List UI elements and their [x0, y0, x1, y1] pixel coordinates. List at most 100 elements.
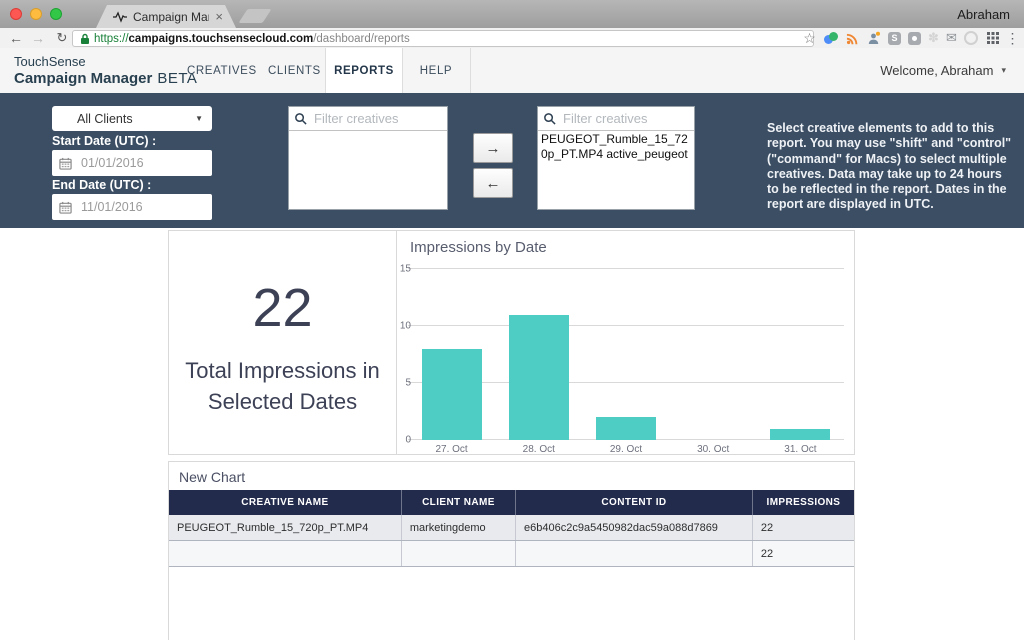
- chart-gridline: [408, 325, 844, 326]
- remove-creative-button[interactable]: ←: [473, 168, 513, 198]
- start-date-field[interactable]: 01/01/2016: [52, 150, 212, 176]
- report-table-header-row: CREATIVE NAMECLIENT NAMECONTENT IDIMPRES…: [169, 490, 854, 515]
- chart-ytick-label: 0: [405, 435, 411, 446]
- app-header: TouchSense Campaign ManagerBETA CREATIVE…: [0, 48, 1024, 93]
- chart-title: Impressions by Date: [410, 239, 547, 256]
- waveform-favicon-icon: [113, 11, 127, 23]
- table-header-cell: CREATIVE NAME: [169, 490, 401, 515]
- available-creatives-box: [288, 106, 448, 210]
- report-filter-bar: All Clients ▼ Start Date (UTC) : 01/01/2…: [0, 93, 1024, 228]
- selected-creatives-box: PEUGEOT_Rumble_15_720p_PT.MP4 active_peu…: [537, 106, 695, 210]
- filter-instructions-text: Select creative elements to add to this …: [767, 121, 1014, 213]
- url-path: /dashboard/reports: [313, 33, 410, 45]
- nav-tab-creatives[interactable]: CREATIVES: [187, 48, 257, 93]
- chart-bar: [422, 349, 482, 440]
- url-scheme: https://: [94, 33, 129, 45]
- chart-gridline: [408, 268, 844, 269]
- s-extension-icon[interactable]: S: [886, 30, 903, 46]
- end-date-field[interactable]: 11/01/2016: [52, 194, 212, 220]
- secure-lock-icon: [80, 33, 90, 45]
- table-cell: [169, 541, 401, 567]
- apps-grid-icon[interactable]: [984, 30, 1001, 46]
- browser-window: Campaign Manager × Abraham ← → ↻ https:/…: [0, 0, 1024, 640]
- start-date-label: Start Date (UTC) :: [52, 134, 156, 148]
- search-icon: [294, 112, 307, 125]
- available-creatives-filter-input[interactable]: [312, 110, 442, 127]
- traffic-lights: [10, 8, 62, 20]
- chart-bar: [770, 429, 830, 440]
- available-search-row: [289, 107, 447, 131]
- selected-creatives-list[interactable]: PEUGEOT_Rumble_15_720p_PT.MP4 active_peu…: [538, 131, 694, 209]
- person-flag-icon[interactable]: [865, 30, 882, 46]
- table-cell: marketingdemo: [401, 515, 515, 541]
- brand-line1: TouchSense: [14, 54, 197, 70]
- chart-xtick-label: 27. Oct: [435, 444, 467, 455]
- total-impressions-stat: 22 Total Impressions in Selected Dates: [169, 231, 397, 454]
- reload-icon[interactable]: ↻: [52, 28, 72, 48]
- calendar-icon: [59, 157, 72, 170]
- table-cell: 22: [752, 515, 854, 541]
- url-domain: campaigns.touchsensecloud.com: [129, 33, 314, 45]
- impressions-panel: 22 Total Impressions in Selected Dates I…: [168, 230, 855, 455]
- chart-xtick-label: 30. Oct: [697, 444, 729, 455]
- client-select-value: All Clients: [77, 112, 133, 126]
- table-cell: 22: [752, 541, 854, 567]
- url-text: https://campaigns.touchsensecloud.com/da…: [94, 33, 410, 45]
- nav-tab-help[interactable]: HELP: [402, 48, 471, 93]
- minimize-window-button[interactable]: [30, 8, 42, 20]
- add-creative-button[interactable]: →: [473, 133, 513, 163]
- table-header-cell: CLIENT NAME: [401, 490, 515, 515]
- square-extension-icon[interactable]: [906, 30, 923, 46]
- browser-menu-dots-icon[interactable]: ⋮: [1004, 30, 1021, 46]
- rss-icon[interactable]: [844, 30, 861, 46]
- chart-ytick-label: 10: [400, 321, 411, 332]
- chart-ytick-label: 15: [400, 264, 411, 275]
- end-date-value: 11/01/2016: [81, 200, 143, 214]
- tab-title: Campaign Manager: [133, 10, 209, 24]
- bookmark-star-icon[interactable]: ☆: [801, 30, 818, 46]
- forward-icon[interactable]: →: [28, 28, 48, 48]
- table-header-cell: CONTENT ID: [516, 490, 753, 515]
- impressions-chart: Impressions by Date 05101527. Oct28. Oct…: [397, 231, 854, 454]
- extension-circles-icon[interactable]: [822, 30, 839, 46]
- table-cell: [516, 541, 753, 567]
- table-cell: e6b406c2c9a5450982dac59a088d7869: [516, 515, 753, 541]
- browser-tab[interactable]: Campaign Manager ×: [96, 5, 236, 28]
- mail-extension-icon[interactable]: ✉: [943, 30, 960, 46]
- report-table-body: PEUGEOT_Rumble_15_720p_PT.MP4marketingde…: [169, 515, 854, 567]
- circle-extension-icon[interactable]: [962, 30, 979, 46]
- user-menu[interactable]: Welcome, Abraham ▾: [880, 48, 1006, 93]
- titlebar: Campaign Manager × Abraham: [0, 0, 1024, 28]
- search-icon: [543, 112, 556, 125]
- total-impressions-value: 22: [169, 277, 396, 339]
- chart-plot: 05101527. Oct28. Oct29. Oct30. Oct31. Oc…: [408, 269, 844, 440]
- zoom-window-button[interactable]: [50, 8, 62, 20]
- table-row: 22: [169, 541, 854, 567]
- welcome-label: Welcome, Abraham: [880, 63, 993, 78]
- selected-creatives-filter-input[interactable]: [561, 110, 689, 127]
- start-date-value: 01/01/2016: [81, 156, 144, 170]
- selected-creative-item[interactable]: PEUGEOT_Rumble_15_720p_PT.MP4 active_peu…: [538, 131, 694, 163]
- tab-close-icon[interactable]: ×: [215, 10, 223, 23]
- chart-ytick-label: 5: [405, 378, 411, 389]
- end-date-label: End Date (UTC) :: [52, 178, 151, 192]
- table-header-cell: IMPRESSIONS: [752, 490, 854, 515]
- back-icon[interactable]: ←: [6, 28, 26, 48]
- nav-tab-clients[interactable]: CLIENTS: [268, 48, 321, 93]
- client-select[interactable]: All Clients ▼: [52, 106, 212, 131]
- chart-bar: [596, 417, 656, 440]
- available-creatives-list[interactable]: [289, 131, 447, 209]
- new-tab-button[interactable]: [238, 9, 271, 23]
- chart-bar: [509, 315, 569, 440]
- brand-line2: Campaign ManagerBETA: [14, 70, 197, 89]
- address-bar[interactable]: https://campaigns.touchsensecloud.com/da…: [72, 30, 814, 47]
- calendar-icon: [59, 201, 72, 214]
- chart-xtick-label: 28. Oct: [523, 444, 555, 455]
- report-table: CREATIVE NAMECLIENT NAMECONTENT IDIMPRES…: [169, 490, 854, 567]
- flower-extension-icon[interactable]: ✽: [925, 30, 942, 46]
- close-window-button[interactable]: [10, 8, 22, 20]
- table-cell: [401, 541, 515, 567]
- new-chart-panel: New Chart CREATIVE NAMECLIENT NAMECONTEN…: [168, 461, 855, 640]
- browser-toolbar: ← → ↻ https://campaigns.touchsensecloud.…: [0, 28, 1024, 49]
- nav-tab-reports[interactable]: REPORTS: [325, 48, 403, 93]
